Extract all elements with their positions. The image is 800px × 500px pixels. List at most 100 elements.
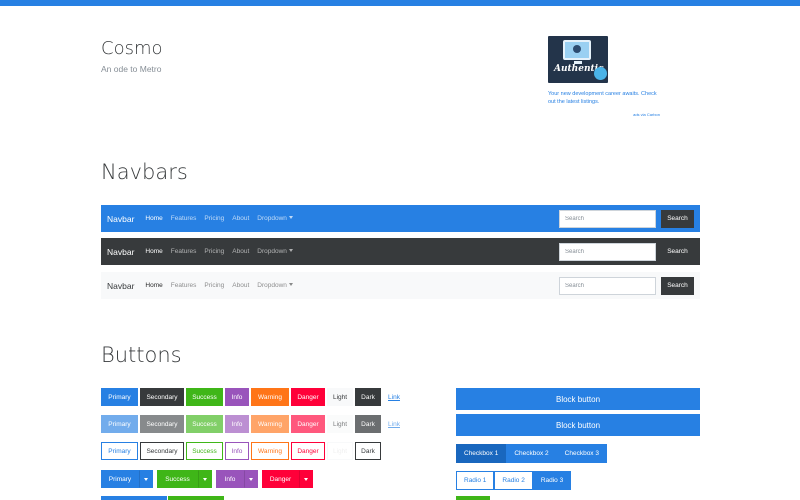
ad-badge-icon xyxy=(594,67,607,80)
danger-split-button[interactable]: Danger xyxy=(262,470,299,488)
danger-split-toggle[interactable] xyxy=(299,470,313,488)
secondary-button-disabled: Secondary xyxy=(140,415,184,433)
ad-text[interactable]: Your new development career awaits. Chec… xyxy=(548,90,660,106)
block-button[interactable]: Block button xyxy=(456,414,700,436)
search-input[interactable] xyxy=(559,242,656,261)
nav-link-home[interactable]: Home xyxy=(145,282,162,289)
nav-dropdown[interactable]: Dropdown xyxy=(257,215,293,222)
info-split-toggle[interactable] xyxy=(244,470,258,488)
checkbox-1[interactable]: Checkbox 1 xyxy=(456,444,507,463)
secondary-button[interactable]: Secondary xyxy=(140,388,184,406)
radio-button-group: Radio 1 Radio 2 Radio 3 xyxy=(456,471,572,490)
success-button[interactable]: Success xyxy=(186,388,223,406)
success-split-toggle[interactable] xyxy=(198,470,212,488)
light-outline-button[interactable]: Light xyxy=(327,442,353,460)
nav-link-pricing[interactable]: Pricing xyxy=(204,248,224,255)
partial-button[interactable] xyxy=(101,496,167,500)
checkbox-2[interactable]: Checkbox 2 xyxy=(506,444,557,463)
caret-down-icon xyxy=(288,216,293,219)
light-button-disabled: Light xyxy=(327,415,353,433)
nav-link-home[interactable]: Home xyxy=(145,215,162,222)
nav-link-about[interactable]: About xyxy=(232,282,249,289)
info-button[interactable]: Info xyxy=(225,388,249,406)
navbar-brand[interactable]: Navbar xyxy=(107,247,134,257)
danger-button-disabled: Danger xyxy=(291,415,325,433)
light-button[interactable]: Light xyxy=(327,388,353,406)
nav-dropdown[interactable]: Dropdown xyxy=(257,282,293,289)
partial-button[interactable] xyxy=(168,496,224,500)
radio-2[interactable]: Radio 2 xyxy=(494,471,533,490)
navbar-brand[interactable]: Navbar xyxy=(107,281,134,291)
warning-button[interactable]: Warning xyxy=(251,388,289,406)
nav-link-features[interactable]: Features xyxy=(171,282,197,289)
split-danger: Danger xyxy=(262,470,313,488)
search-input[interactable] xyxy=(559,276,656,295)
dark-outline-button[interactable]: Dark xyxy=(355,442,381,460)
caret-down-icon xyxy=(203,477,207,481)
radio-3[interactable]: Radio 3 xyxy=(532,471,572,490)
navbar-light: Navbar Home Features Pricing About Dropd… xyxy=(101,272,700,299)
navbar-primary: Navbar Home Features Pricing About Dropd… xyxy=(101,205,700,232)
split-buttons-row: Primary Success Info Danger xyxy=(101,470,317,488)
caret-down-icon xyxy=(144,477,148,481)
partial-button[interactable] xyxy=(456,496,490,500)
ad-via-link[interactable]: ads via Carbon xyxy=(548,112,660,117)
split-primary: Primary xyxy=(101,470,153,488)
caret-down-icon xyxy=(288,249,293,252)
outline-buttons-row: Primary Secondary Success Info Warning D… xyxy=(101,442,383,460)
radio-1[interactable]: Radio 1 xyxy=(456,471,495,490)
search-button[interactable]: Search xyxy=(661,242,694,261)
nav-link-features[interactable]: Features xyxy=(171,248,197,255)
carbon-ad[interactable]: Authentic Your new development career aw… xyxy=(548,36,660,117)
dark-button[interactable]: Dark xyxy=(355,388,381,406)
success-outline-button[interactable]: Success xyxy=(186,442,223,460)
success-split-button[interactable]: Success xyxy=(157,470,198,488)
page-subtitle: An ode to Metro xyxy=(101,64,162,74)
navbar-brand[interactable]: Navbar xyxy=(107,214,134,224)
checkbox-3[interactable]: Checkbox 3 xyxy=(556,444,607,463)
dark-button-disabled: Dark xyxy=(355,415,381,433)
nav-dropdown-label: Dropdown xyxy=(257,248,287,255)
caret-down-icon xyxy=(249,477,253,481)
caret-down-icon xyxy=(304,477,308,481)
monitor-icon xyxy=(563,40,591,60)
nav-dropdown-label: Dropdown xyxy=(257,215,287,222)
primary-split-toggle[interactable] xyxy=(139,470,153,488)
split-info: Info xyxy=(216,470,258,488)
ad-image[interactable]: Authentic xyxy=(548,36,608,83)
block-button[interactable]: Block button xyxy=(456,388,700,410)
primary-split-button[interactable]: Primary xyxy=(101,470,139,488)
nav-link-features[interactable]: Features xyxy=(171,215,197,222)
nav-link-about[interactable]: About xyxy=(232,248,249,255)
checkbox-button-group: Checkbox 1 Checkbox 2 Checkbox 3 xyxy=(456,444,607,463)
info-button-disabled: Info xyxy=(225,415,249,433)
nav-link-pricing[interactable]: Pricing xyxy=(204,215,224,222)
search-input[interactable] xyxy=(559,209,656,228)
primary-button[interactable]: Primary xyxy=(101,388,138,406)
warning-outline-button[interactable]: Warning xyxy=(251,442,289,460)
nav-link-pricing[interactable]: Pricing xyxy=(204,282,224,289)
info-split-button[interactable]: Info xyxy=(216,470,244,488)
nav-link-about[interactable]: About xyxy=(232,215,249,222)
search-button[interactable]: Search xyxy=(661,276,694,295)
top-accent-bar xyxy=(0,0,800,6)
primary-button-disabled: Primary xyxy=(101,415,138,433)
navbars-heading: Navbars xyxy=(101,160,188,184)
warning-button-disabled: Warning xyxy=(251,415,289,433)
nav-dropdown[interactable]: Dropdown xyxy=(257,248,293,255)
info-outline-button[interactable]: Info xyxy=(225,442,249,460)
page-title: Cosmo xyxy=(101,38,163,59)
disabled-buttons-row: Primary Secondary Success Info Warning D… xyxy=(101,415,407,433)
secondary-outline-button[interactable]: Secondary xyxy=(140,442,184,460)
solid-buttons-row: Primary Secondary Success Info Warning D… xyxy=(101,388,407,406)
link-button-disabled: Link xyxy=(383,415,405,433)
buttons-heading: Buttons xyxy=(101,343,182,367)
danger-button[interactable]: Danger xyxy=(291,388,325,406)
split-success: Success xyxy=(157,470,212,488)
search-button[interactable]: Search xyxy=(661,209,694,228)
nav-link-home[interactable]: Home xyxy=(145,248,162,255)
link-button[interactable]: Link xyxy=(383,388,405,406)
danger-outline-button[interactable]: Danger xyxy=(291,442,325,460)
primary-outline-button[interactable]: Primary xyxy=(101,442,138,460)
success-button-disabled: Success xyxy=(186,415,223,433)
